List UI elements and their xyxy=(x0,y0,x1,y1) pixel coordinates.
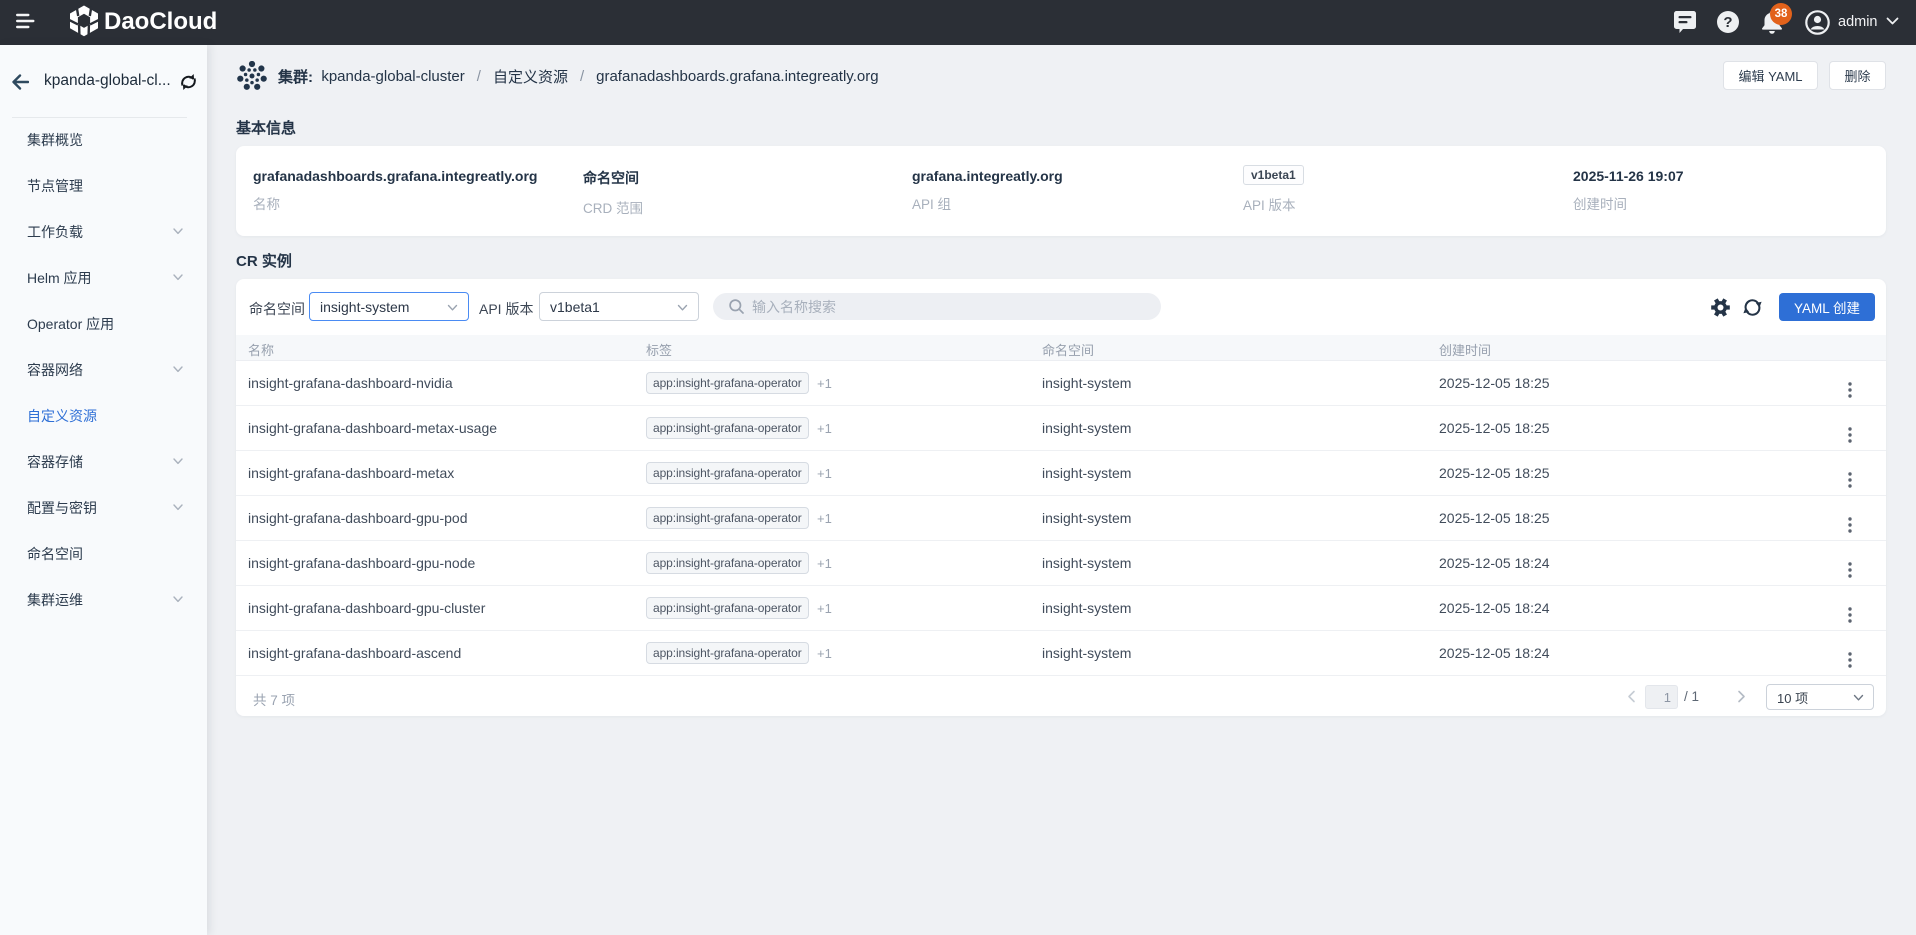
svg-text:?: ? xyxy=(1723,14,1732,31)
